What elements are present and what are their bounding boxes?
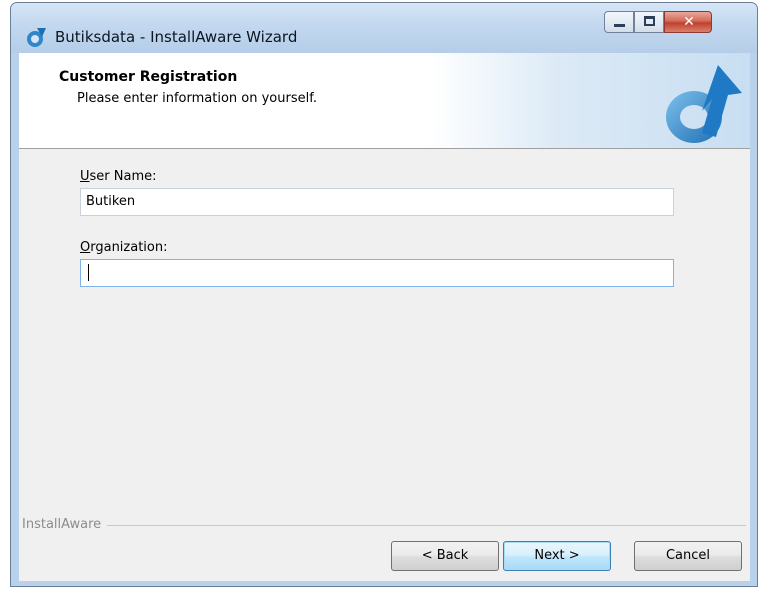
wizard-window: Butiksdata - InstallAware Wizard ✕ Custo… [10,2,758,587]
minimize-icon [614,24,625,27]
maximize-button[interactable] [634,11,664,33]
maximize-icon [644,16,655,26]
close-button[interactable]: ✕ [664,11,712,33]
title-bar[interactable]: Butiksdata - InstallAware Wizard ✕ [11,3,757,53]
username-value: Butiken [86,194,136,209]
organization-field[interactable] [80,259,674,287]
username-label-accelerator: U [80,169,90,184]
page-subtitle: Please enter information on yourself. [77,91,317,106]
close-icon: ✕ [683,14,695,30]
organization-label-accelerator: O [80,240,91,255]
page-title: Customer Registration [59,69,238,85]
installaware-brand-label: InstallAware [22,517,108,532]
installaware-app-icon [27,28,46,47]
window-title: Butiksdata - InstallAware Wizard [55,28,298,46]
wizard-header: Customer Registration Please enter infor… [19,53,750,149]
cancel-button[interactable]: Cancel [634,541,742,571]
brand-divider: InstallAware [22,517,746,533]
next-button[interactable]: Next > [503,541,611,571]
minimize-button[interactable] [604,11,634,33]
organization-label: Organization: [80,240,168,255]
organization-label-text: rganization: [90,240,168,255]
username-field[interactable]: Butiken [80,188,674,216]
username-label-text: ser Name: [89,169,157,184]
back-button[interactable]: < Back [391,541,499,571]
wizard-body: User Name: Butiken Organization: Install… [19,149,750,581]
installaware-logo-icon [666,65,742,143]
username-label: User Name: [80,169,157,184]
divider-line [22,525,746,526]
text-caret [88,264,89,281]
